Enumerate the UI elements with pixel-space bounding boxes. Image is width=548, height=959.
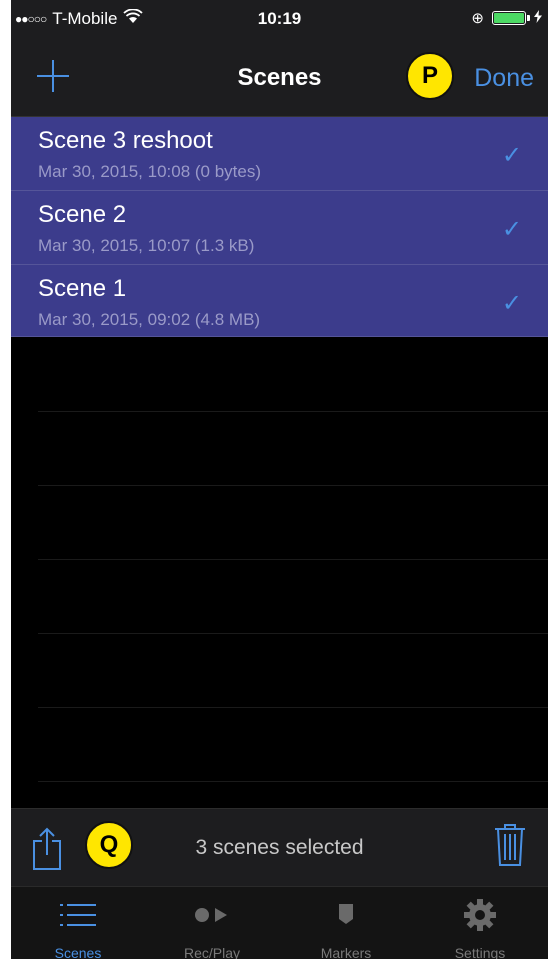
tab-label: Rec/Play (183, 945, 241, 959)
done-button[interactable]: Done (474, 64, 534, 93)
share-icon[interactable] (31, 827, 63, 876)
scene-meta: Mar 30, 2015, 10:08 (0 bytes) (38, 162, 262, 181)
row-separator (38, 411, 548, 412)
scene-row[interactable]: Scene 2 Mar 30, 2015, 10:07 (1.3 kB) ✓ (11, 191, 548, 265)
tab-scenes[interactable]: Scenes (11, 887, 145, 959)
tab-bar: Scenes Rec/Play Markers Settings (11, 886, 548, 959)
battery-icon (492, 11, 530, 25)
tab-label: Scenes (54, 945, 102, 959)
action-toolbar: Q 3 scenes selected (11, 808, 548, 887)
scene-row[interactable]: Scene 3 reshoot Mar 30, 2015, 10:08 (0 b… (11, 117, 548, 191)
scene-meta: Mar 30, 2015, 10:07 (1.3 kB) (38, 236, 255, 255)
rotation-lock-icon: ⊕ (471, 10, 484, 27)
row-separator (38, 633, 548, 634)
scene-row[interactable]: Scene 1 Mar 30, 2015, 09:02 (4.8 MB) ✓ (11, 265, 548, 337)
page-title: Scenes (237, 64, 322, 91)
annotation-badge-p: P (406, 52, 454, 100)
charging-icon (534, 10, 542, 26)
gear-icon (413, 899, 547, 931)
trash-icon[interactable] (494, 823, 526, 872)
row-separator (38, 485, 548, 486)
scene-list: Scene 3 reshoot Mar 30, 2015, 10:08 (0 b… (11, 117, 548, 337)
scene-meta: Mar 30, 2015, 09:02 (4.8 MB) (38, 310, 261, 329)
status-time: 10:19 (257, 9, 302, 28)
scene-name: Scene 1 (38, 275, 127, 302)
add-scene-button[interactable] (37, 60, 69, 92)
annotation-badge-q: Q (85, 821, 133, 869)
navigation-bar: Scenes P Done (11, 40, 548, 117)
tab-label: Settings (454, 945, 506, 959)
scene-name: Scene 2 (38, 201, 127, 228)
row-separator (38, 707, 548, 708)
checkmark-icon: ✓ (501, 290, 522, 317)
list-icon (11, 901, 145, 931)
status-bar: ●●○○○ T-Mobile 10:19 ⊕ (11, 0, 548, 40)
checkmark-icon: ✓ (501, 216, 522, 243)
tab-settings[interactable]: Settings (413, 887, 547, 959)
marker-icon (279, 901, 413, 931)
checkmark-icon: ✓ (501, 142, 522, 169)
tab-markers[interactable]: Markers (279, 887, 413, 959)
row-separator (38, 559, 548, 560)
app-screen: ●●○○○ T-Mobile 10:19 ⊕ Scenes P Done Sce… (11, 0, 548, 959)
scene-name: Scene 3 reshoot (38, 127, 213, 154)
row-separator (38, 781, 548, 782)
tab-label: Markers (320, 945, 372, 959)
record-play-icon (145, 901, 279, 931)
tab-rec-play[interactable]: Rec/Play (145, 887, 279, 959)
